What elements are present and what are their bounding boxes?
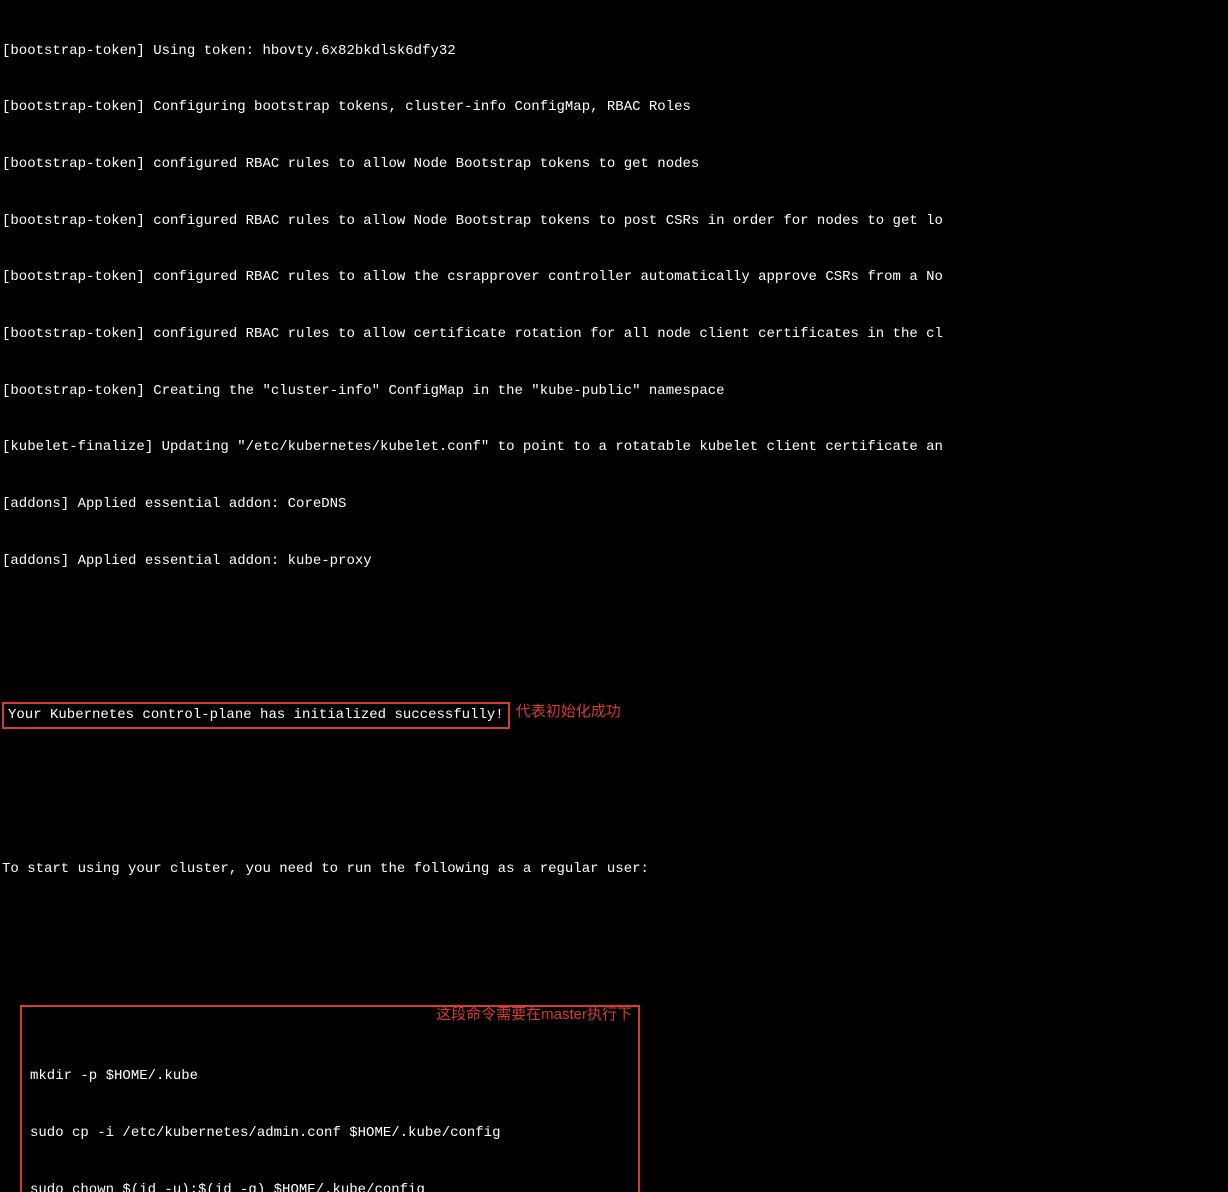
success-message-box: Your Kubernetes control-plane has initia… xyxy=(2,702,510,729)
cmd-line: sudo chown $(id -u):$(id -g) $HOME/.kube… xyxy=(30,1181,630,1192)
log-line: [addons] Applied essential addon: kube-p… xyxy=(2,552,1226,571)
log-line: [kubelet-finalize] Updating "/etc/kubern… xyxy=(2,438,1226,457)
cmd-line: sudo cp -i /etc/kubernetes/admin.conf $H… xyxy=(30,1124,630,1143)
log-line: [addons] Applied essential addon: CoreDN… xyxy=(2,495,1226,514)
annotation-success: 代表初始化成功 xyxy=(516,702,621,722)
log-line: [bootstrap-token] configured RBAC rules … xyxy=(2,325,1226,344)
log-line: [bootstrap-token] configured RBAC rules … xyxy=(2,155,1226,174)
annotation-master: 这段命令需要在master执行下 xyxy=(436,1005,632,1025)
master-commands-box: 这段命令需要在master执行下 mkdir -p $HOME/.kube su… xyxy=(20,1005,640,1192)
terminal-output: [bootstrap-token] Using token: hbovty.6x… xyxy=(2,4,1226,1192)
log-line: [bootstrap-token] configured RBAC rules … xyxy=(2,212,1226,231)
log-line: [bootstrap-token] Configuring bootstrap … xyxy=(2,98,1226,117)
success-row: Your Kubernetes control-plane has initia… xyxy=(2,702,1226,729)
start-using-line: To start using your cluster, you need to… xyxy=(2,860,1226,879)
log-line: [bootstrap-token] Creating the "cluster-… xyxy=(2,382,1226,401)
master-commands-row: 这段命令需要在master执行下 mkdir -p $HOME/.kube su… xyxy=(2,1005,1226,1192)
log-line: [bootstrap-token] configured RBAC rules … xyxy=(2,268,1226,287)
cmd-line: mkdir -p $HOME/.kube xyxy=(30,1067,630,1086)
log-line: [bootstrap-token] Using token: hbovty.6x… xyxy=(2,42,1226,61)
